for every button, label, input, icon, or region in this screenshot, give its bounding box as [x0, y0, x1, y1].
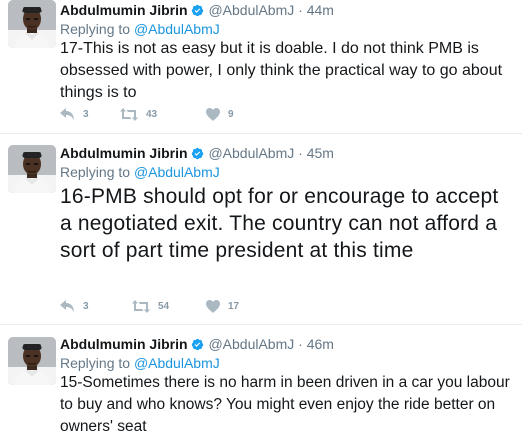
- retweet-button[interactable]: 43: [120, 108, 157, 121]
- separator-dot: ·: [298, 336, 303, 352]
- tweet-timestamp[interactable]: 46m: [307, 336, 334, 352]
- retweet-count: 43: [146, 109, 158, 120]
- verified-badge-icon: [191, 147, 204, 160]
- author-name[interactable]: Abdulmumin Jibrin: [60, 2, 188, 18]
- reply-count: 3: [83, 301, 89, 312]
- separator-dot: ·: [298, 145, 303, 161]
- separator-dot: ·: [298, 2, 303, 18]
- tweet-text: 17-This is not as easy but it is doable.…: [60, 40, 503, 101]
- retweet-count: 54: [158, 301, 170, 312]
- avatar[interactable]: [8, 0, 56, 48]
- replying-to-line: Replying to @AbdulAbmJ: [60, 354, 514, 372]
- tweet-text: 15-Sometimes there is no harm in been dr…: [60, 374, 510, 435]
- replying-to-mention[interactable]: @AbdulAbmJ: [134, 21, 220, 37]
- author-handle[interactable]: @AbdulAbmJ: [208, 145, 294, 161]
- replying-to-line: Replying to @AbdulAbmJ: [60, 163, 514, 181]
- heart-icon: [206, 300, 220, 313]
- like-count: 17: [228, 301, 240, 312]
- retweet-icon: [132, 300, 150, 313]
- replying-to-line: Replying to @AbdulAbmJ: [60, 20, 514, 38]
- replying-to-label: Replying to: [60, 21, 131, 37]
- tweet-header: Abdulmumin Jibrin @AbdulAbmJ · 44m: [60, 1, 514, 19]
- reply-count: 3: [83, 109, 89, 120]
- avatar[interactable]: [8, 337, 56, 385]
- heart-icon: [206, 108, 220, 121]
- tweet-item[interactable]: Abdulmumin Jibrin @AbdulAbmJ · 45m Reply…: [0, 134, 522, 325]
- tweet-timestamp[interactable]: 44m: [307, 2, 334, 18]
- reply-button[interactable]: 3: [60, 300, 89, 313]
- verified-badge-icon: [191, 4, 204, 17]
- tweet-item[interactable]: Abdulmumin Jibrin @AbdulAbmJ · 46m Reply…: [0, 325, 522, 435]
- verified-badge-icon: [191, 338, 204, 351]
- tweet-header: Abdulmumin Jibrin @AbdulAbmJ · 45m: [60, 144, 514, 162]
- author-handle[interactable]: @AbdulAbmJ: [208, 336, 294, 352]
- like-count: 9: [228, 109, 234, 120]
- retweet-button[interactable]: 54: [132, 300, 169, 313]
- retweet-icon: [120, 108, 138, 121]
- author-name[interactable]: Abdulmumin Jibrin: [60, 145, 188, 161]
- replying-to-label: Replying to: [60, 355, 131, 371]
- avatar[interactable]: [8, 145, 56, 193]
- author-handle[interactable]: @AbdulAbmJ: [208, 2, 294, 18]
- tweet-timestamp[interactable]: 45m: [307, 145, 334, 161]
- replying-to-mention[interactable]: @AbdulAbmJ: [134, 164, 220, 180]
- reply-button[interactable]: 3: [60, 108, 89, 121]
- reply-icon: [60, 108, 74, 120]
- author-name[interactable]: Abdulmumin Jibrin: [60, 336, 188, 352]
- replying-to-label: Replying to: [60, 164, 131, 180]
- tweet-item[interactable]: Abdulmumin Jibrin @AbdulAbmJ · 44m Reply…: [0, 0, 522, 134]
- replying-to-mention[interactable]: @AbdulAbmJ: [134, 355, 220, 371]
- like-button[interactable]: 17: [206, 300, 239, 313]
- like-button[interactable]: 9: [206, 108, 234, 121]
- tweet-header: Abdulmumin Jibrin @AbdulAbmJ · 46m: [60, 335, 514, 353]
- tweet-text: 16-PMB should opt for or encourage to ac…: [60, 185, 499, 262]
- tweet-feed: Abdulmumin Jibrin @AbdulAbmJ · 44m Reply…: [0, 0, 522, 435]
- reply-icon: [60, 300, 74, 312]
